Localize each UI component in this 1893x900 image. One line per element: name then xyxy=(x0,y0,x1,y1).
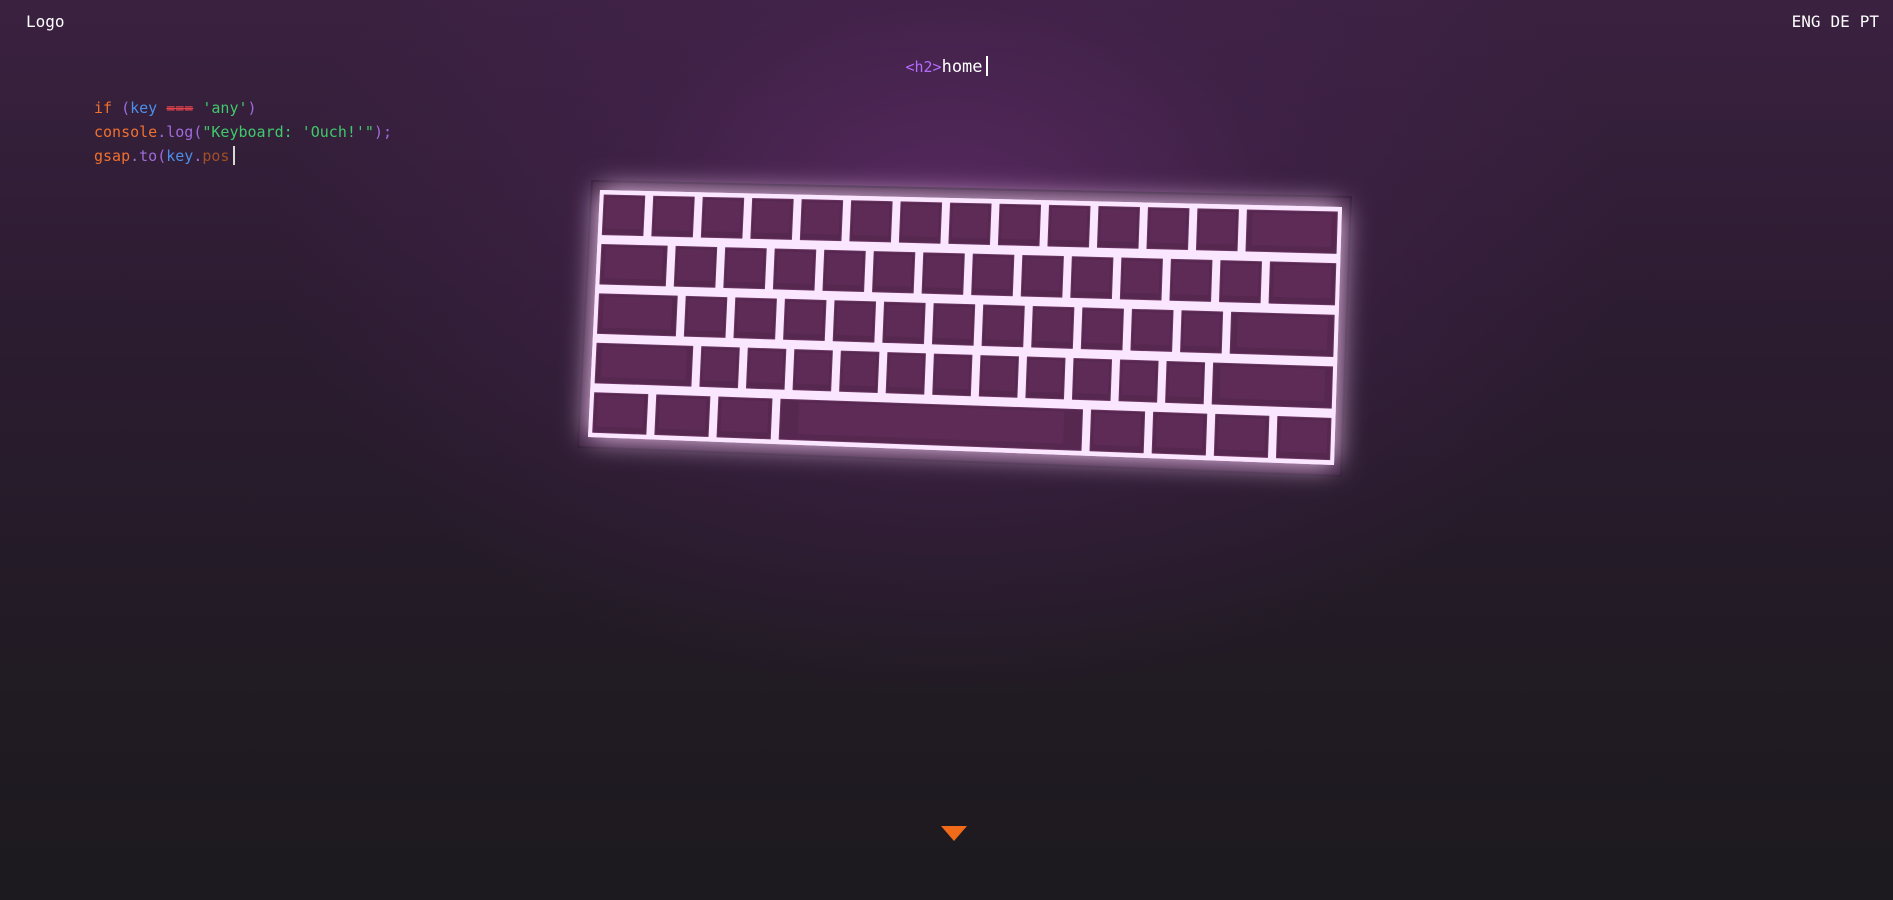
chevron-down-icon[interactable] xyxy=(941,826,967,841)
keyboard-key-face xyxy=(736,300,774,333)
keyboard-key-face xyxy=(1001,206,1039,240)
keyboard-key-face xyxy=(654,198,692,231)
keyboard-key-face xyxy=(981,358,1017,392)
keyboard-key-face xyxy=(748,350,784,384)
keyboard-key-face xyxy=(1219,365,1326,402)
keyboard-key-face xyxy=(702,349,737,382)
keyboard-key-face xyxy=(852,203,890,236)
keyboard-key-face xyxy=(935,356,970,390)
keyboard-key-face xyxy=(726,250,764,283)
keyboard-key-face xyxy=(842,353,877,387)
keyboard-key-face xyxy=(1123,260,1160,294)
keyboard-key-face xyxy=(935,306,973,340)
keyboard-key-face xyxy=(803,202,841,235)
keyboard-key-face xyxy=(1050,207,1088,241)
keyboard-key-face xyxy=(875,254,913,287)
keyboard-key-face xyxy=(687,298,725,332)
keyboard-key-face xyxy=(795,352,831,385)
keyboard-key-face xyxy=(786,301,824,335)
keyboard-key-face xyxy=(776,251,814,285)
keyboard-key-face xyxy=(1273,264,1332,299)
keyboard-key-face xyxy=(601,345,687,380)
keyboard-key-face xyxy=(1172,261,1210,296)
keyboard-key-face xyxy=(984,307,1022,341)
keyboard-key-face xyxy=(605,197,643,230)
keyboard-key-face xyxy=(1133,311,1171,346)
keyboard-key-face xyxy=(1217,416,1266,452)
keyboard-key-face xyxy=(1023,257,1061,291)
keyboard-key-face xyxy=(888,355,924,388)
keyboard-key-face xyxy=(1073,259,1111,293)
keyboard-key-face xyxy=(1028,359,1063,393)
keyboard-key-face xyxy=(1168,364,1203,398)
keyboard-key-face xyxy=(1155,414,1204,449)
keyboard-key-face xyxy=(704,199,742,233)
keyboard-key-face xyxy=(1121,362,1156,396)
keyboard-key-face xyxy=(1251,212,1332,247)
keyboard-key-face xyxy=(720,399,769,433)
keyboard-key-face xyxy=(1183,313,1221,347)
keyboard-key-face xyxy=(1100,209,1137,243)
keyboard-key-face xyxy=(1149,210,1187,244)
keyboard-key-face xyxy=(1083,310,1121,344)
keyboard-illustration[interactable] xyxy=(0,0,1893,900)
keyboard-key-face xyxy=(1074,361,1110,395)
keyboard-key-face xyxy=(676,248,715,282)
keyboard-key-face xyxy=(1093,412,1142,447)
keyboard-key-face xyxy=(1236,314,1328,351)
keyboard-key-face xyxy=(596,395,645,429)
keyboard-key-face xyxy=(974,256,1012,290)
keyboard-key-face xyxy=(1034,308,1072,343)
keyboard-key-face xyxy=(885,304,923,338)
keyboard-key-face xyxy=(951,205,989,239)
keyboard-key-face xyxy=(924,255,962,289)
keyboard-key-face xyxy=(835,303,874,336)
keyboard-key-face xyxy=(602,296,673,330)
keyboard-key-face xyxy=(902,204,940,238)
keyboard-key-face xyxy=(604,246,664,280)
keyboard-key-face xyxy=(1199,211,1236,245)
keyboard-key-face xyxy=(1279,419,1328,454)
keyboard-key-face xyxy=(658,397,707,431)
keyboard-key-face xyxy=(1222,263,1259,297)
keyboard-key-face xyxy=(753,200,791,234)
keyboard-key-face xyxy=(825,252,863,286)
